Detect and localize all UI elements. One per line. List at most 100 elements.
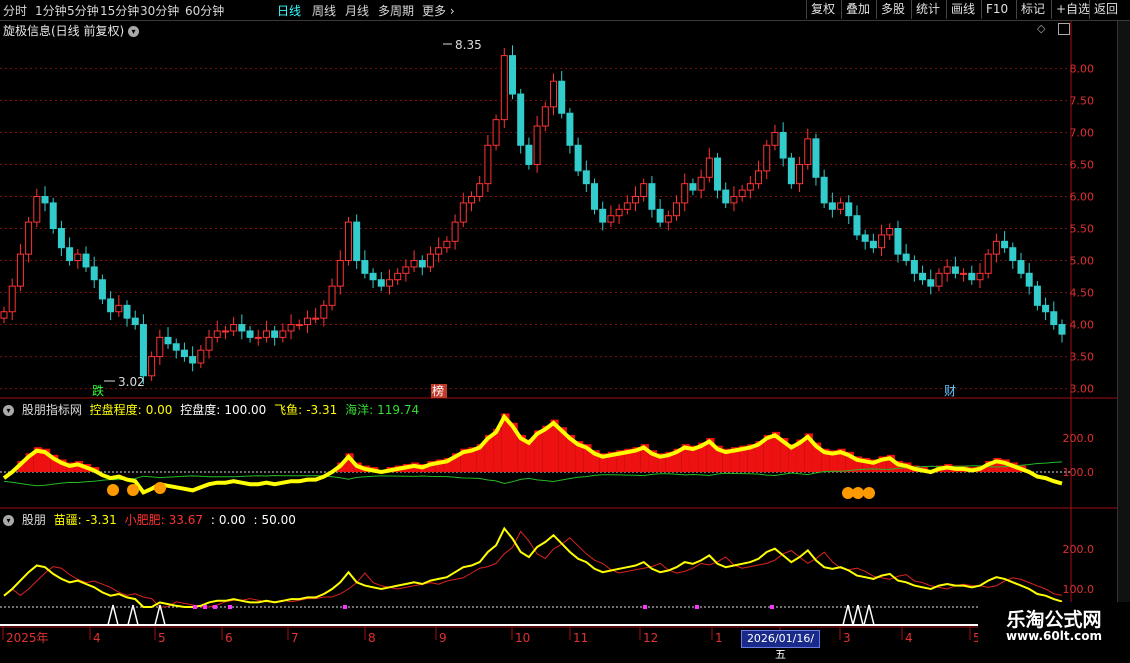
candle-body	[828, 202, 836, 210]
high-price-label: 8.35	[455, 38, 482, 52]
candle-body	[353, 221, 361, 262]
candle-body	[738, 189, 746, 197]
candle-body	[443, 240, 451, 249]
candle-body	[262, 330, 270, 338]
indicator1-value: -3.31	[306, 403, 338, 417]
selected-date-box: 2026/01/16/五	[741, 630, 820, 661]
candle-body	[1017, 260, 1025, 274]
candle-body	[566, 112, 574, 146]
candle-body	[271, 330, 279, 338]
candle-body	[57, 228, 65, 249]
indicator1-value: 119.74	[377, 403, 420, 417]
candle-body	[336, 260, 344, 287]
candle-body	[861, 234, 869, 242]
candle-body	[90, 266, 98, 281]
x-axis-label: 7	[291, 631, 299, 645]
candle-body	[623, 202, 631, 210]
candle-body	[74, 253, 82, 262]
candle-body	[640, 183, 648, 197]
signal-up-icon	[127, 484, 139, 496]
candle-body	[172, 343, 180, 351]
event-marker-drop[interactable]: 跌	[92, 383, 104, 398]
chevron-down-icon[interactable]: ▾	[128, 26, 140, 37]
candle-body	[705, 157, 713, 178]
indicator2-value: 0.00	[218, 513, 246, 527]
signal-up-icon	[107, 484, 119, 496]
candle-body	[910, 260, 918, 274]
candlestick-series	[0, 45, 1066, 385]
candle-body	[213, 330, 221, 338]
signal-up-icon	[852, 487, 864, 499]
diamond-icon[interactable]: ◇	[1037, 22, 1045, 35]
candle-body	[426, 253, 434, 268]
indicator2-dot	[228, 605, 232, 609]
candle-body	[746, 183, 754, 191]
candle-body	[279, 330, 287, 338]
price-tick-label: 8.00	[1070, 62, 1095, 75]
price-tick-label: 4.00	[1070, 319, 1095, 332]
candle-body	[66, 247, 74, 262]
candle-body	[230, 324, 238, 332]
chevron-down-icon[interactable]: ▾	[3, 515, 14, 526]
candle-body	[394, 272, 402, 281]
indicator2-dot	[213, 605, 217, 609]
x-axis-label: 4	[93, 631, 101, 645]
event-marker-rank[interactable]: 榜	[432, 383, 444, 398]
price-panel-title: 旋极信息(日线 前复权) ▾	[3, 22, 140, 39]
indicator2-spike	[863, 604, 875, 626]
candle-body	[287, 324, 295, 332]
candle-body	[951, 266, 959, 274]
indicator1-label: 飞鱼:	[274, 403, 303, 417]
indicator2-yellow-line	[3, 526, 1063, 608]
candle-body	[189, 356, 197, 364]
candle-body	[615, 208, 623, 217]
candle-body	[49, 202, 57, 230]
chevron-down-icon[interactable]: ▾	[3, 405, 14, 416]
candle-body	[927, 279, 935, 287]
candle-body	[221, 330, 229, 333]
candle-body	[804, 138, 812, 165]
indicator2-title: ▾ 股朋 苗疆: -3.31 小肥肥: 33.67 :0.00 :50.00	[3, 511, 300, 528]
candle-body	[697, 176, 705, 191]
candle-body	[812, 138, 820, 178]
indicator2-dot	[695, 605, 699, 609]
candle-body	[33, 195, 41, 223]
event-marker-finance[interactable]: 财	[944, 384, 956, 398]
side-scroll-gutter[interactable]	[1117, 21, 1130, 650]
price-tick-label: 5.00	[1070, 255, 1095, 268]
candle-body	[992, 240, 1000, 255]
candle-body	[714, 157, 722, 191]
indicator2-spike	[127, 604, 139, 626]
candle-body	[484, 144, 492, 185]
candle-body	[919, 272, 927, 281]
indicator2-value: 33.67	[168, 513, 204, 527]
candle-body	[796, 163, 804, 185]
indicator1-tick-label: 100.0	[1063, 466, 1095, 479]
candle-body	[16, 253, 24, 287]
indicator1-label: 控盘程度:	[89, 403, 142, 417]
indicator2-tick-label: 200.0	[1063, 543, 1095, 556]
candle-body	[763, 144, 771, 172]
indicator2-dot	[203, 605, 207, 609]
candle-body	[41, 195, 49, 204]
maximize-icon[interactable]	[1058, 23, 1070, 35]
candle-body	[98, 279, 106, 300]
candle-body	[180, 349, 188, 358]
candle-body	[25, 221, 33, 255]
x-axis-label: 10	[515, 631, 530, 645]
candle-body	[418, 260, 426, 268]
candle-body	[459, 202, 467, 223]
indicator2-dot	[770, 605, 774, 609]
candle-body	[525, 144, 533, 165]
chart-canvas[interactable]: 8.00 7.50 7.00 6.50 6.00 5.50 5.00 4.50 4.00 3.50…	[0, 0, 1130, 650]
candle-body	[607, 215, 615, 223]
candle-body	[632, 195, 640, 204]
price-tick-label: 3.00	[1070, 383, 1095, 396]
watermark: 乐淘公式网 www.60lt.com	[978, 602, 1130, 650]
price-tick-label: 7.50	[1070, 94, 1095, 107]
x-axis-label: 8	[368, 631, 376, 645]
indicator1-label: 控盘度:	[180, 403, 221, 417]
candle-body	[730, 195, 738, 204]
candle-body	[869, 240, 877, 249]
indicator2-name: 股朋	[21, 513, 46, 527]
